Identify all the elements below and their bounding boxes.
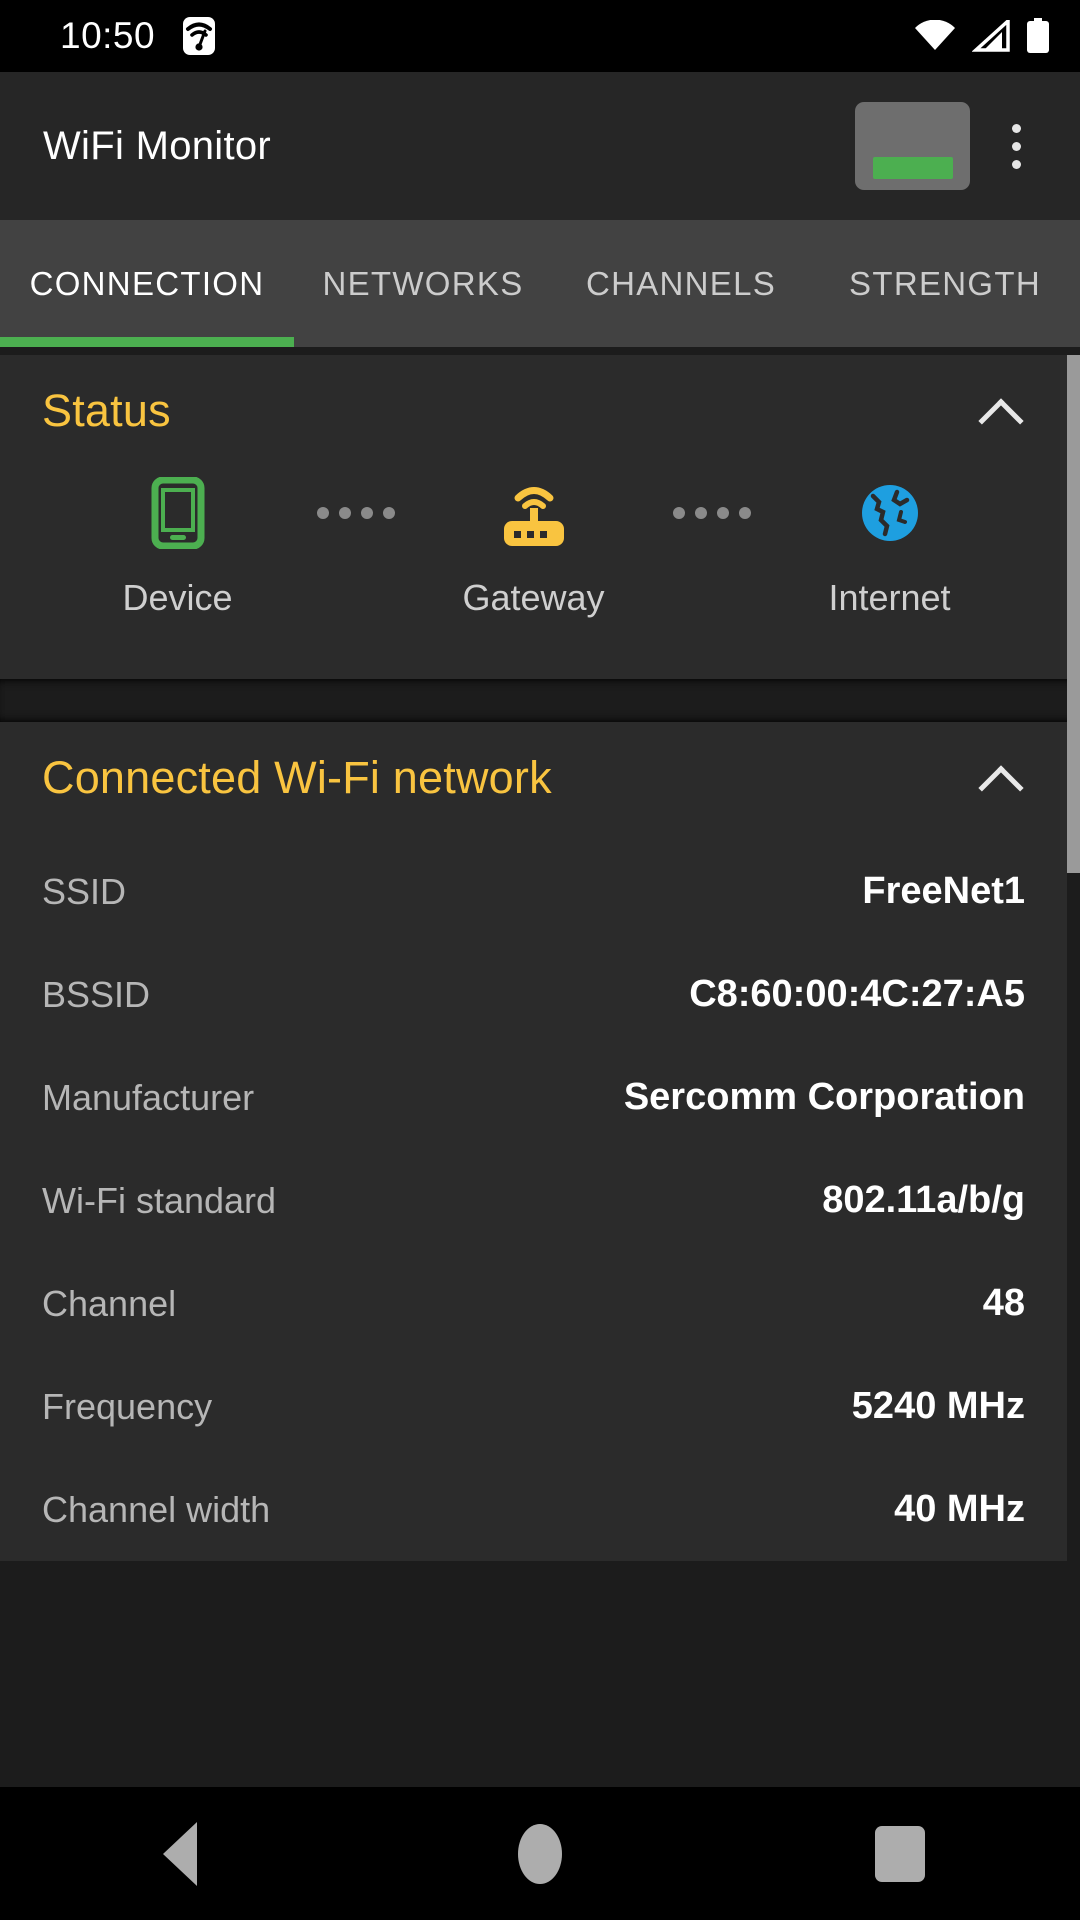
cellular-signal-icon — [972, 20, 1010, 52]
overflow-dot — [1011, 123, 1021, 133]
chevron-up-icon[interactable] — [977, 755, 1023, 801]
table-row: SSID FreeNet1 — [0, 840, 1067, 943]
row-value: 48 — [982, 1282, 1025, 1324]
tab-label: CONNECTION — [29, 264, 265, 302]
globe-icon — [859, 477, 921, 549]
system-status-bar: 10:50 — [0, 0, 1080, 72]
overflow-dot — [1011, 159, 1021, 169]
connector-dots — [298, 477, 414, 549]
home-circle-icon — [518, 1823, 562, 1884]
row-label: Frequency — [42, 1385, 213, 1427]
connector-dot — [738, 507, 751, 519]
status-bar-notification-icons — [181, 16, 217, 56]
connector-dot — [382, 507, 395, 519]
recents-button[interactable] — [810, 1787, 990, 1920]
signal-strength-bar — [872, 157, 953, 179]
connected-network-card-title: Connected Wi-Fi network — [42, 752, 552, 803]
connector-dots — [654, 477, 770, 549]
table-row: Frequency 5240 MHz — [0, 1355, 1067, 1458]
connector-dot — [694, 507, 707, 519]
router-icon — [497, 477, 571, 549]
status-bar-clock: 10:50 — [60, 15, 156, 56]
connected-network-card: Connected Wi-Fi network SSID FreeNet1 BS… — [0, 722, 1067, 1561]
chain-node-internet[interactable]: Internet — [770, 477, 1010, 619]
system-navigation-bar — [0, 1787, 1080, 1920]
status-bar-system-icons — [914, 18, 1050, 54]
signal-strength-widget[interactable] — [855, 102, 970, 190]
back-button[interactable] — [90, 1787, 270, 1920]
network-detail-list: SSID FreeNet1 BSSID C8:60:00:4C:27:A5 Ma… — [0, 822, 1067, 1561]
table-row: Manufacturer Sercomm Corporation — [0, 1046, 1067, 1149]
table-row: Channel width 40 MHz — [0, 1458, 1067, 1561]
chain-node-device[interactable]: Device — [58, 477, 298, 619]
content-top-spacer — [0, 347, 1080, 355]
tab-strength[interactable]: STRENGTH — [810, 220, 1080, 347]
card-separator — [0, 679, 1080, 722]
connected-network-card-header[interactable]: Connected Wi-Fi network — [0, 722, 1067, 822]
content-scroll-area[interactable]: Status Device Gateway Internet Connected… — [0, 347, 1080, 1787]
row-label: Wi-Fi standard — [42, 1179, 277, 1221]
connector-dot — [338, 507, 351, 519]
connector-dot — [672, 507, 685, 519]
app-bar: WiFi Monitor — [0, 72, 1080, 220]
status-card: Status Device Gateway Internet — [0, 355, 1067, 679]
battery-icon — [1027, 18, 1049, 53]
status-card-header[interactable]: Status — [0, 355, 1067, 455]
wifi-icon — [915, 20, 955, 50]
chain-node-label: Internet — [828, 577, 951, 618]
smartphone-icon — [151, 477, 205, 549]
home-button[interactable] — [450, 1787, 630, 1920]
row-value: FreeNet1 — [862, 870, 1025, 912]
row-value: C8:60:00:4C:27:A5 — [689, 973, 1025, 1015]
chain-node-label: Gateway — [462, 577, 605, 618]
tab-channels[interactable]: CHANNELS — [552, 220, 810, 347]
status-card-title: Status — [42, 385, 171, 436]
row-value: 802.11a/b/g — [822, 1179, 1025, 1221]
row-label: BSSID — [42, 973, 151, 1015]
tab-label: STRENGTH — [849, 264, 1041, 302]
tab-label: NETWORKS — [322, 264, 524, 302]
row-value: Sercomm Corporation — [623, 1076, 1025, 1118]
tab-bar: CONNECTION NETWORKS CHANNELS STRENGTH — [0, 220, 1080, 347]
chain-node-gateway[interactable]: Gateway — [414, 477, 654, 619]
row-value: 40 MHz — [894, 1488, 1025, 1530]
vertical-scrollbar[interactable] — [1067, 355, 1080, 873]
recents-square-icon — [875, 1825, 925, 1882]
overflow-menu-icon[interactable] — [976, 98, 1056, 194]
phone-screen: 10:50 WiFi Monitor CONNECTION NETWORKS C… — [0, 0, 1080, 1920]
row-label: Channel width — [42, 1488, 271, 1530]
row-label: Channel — [42, 1282, 177, 1324]
wifi-speedtest-icon — [183, 17, 216, 55]
row-value: 5240 MHz — [851, 1385, 1025, 1427]
chevron-up-icon[interactable] — [977, 388, 1023, 434]
tab-connection[interactable]: CONNECTION — [0, 220, 294, 347]
back-triangle-icon — [163, 1821, 197, 1886]
connector-dot — [360, 507, 373, 519]
table-row: BSSID C8:60:00:4C:27:A5 — [0, 943, 1067, 1046]
connection-chain: Device Gateway Internet — [0, 455, 1067, 679]
overflow-dot — [1011, 141, 1021, 151]
connector-dot — [316, 507, 329, 519]
chain-node-label: Device — [122, 577, 233, 618]
table-row: Channel 48 — [0, 1252, 1067, 1355]
row-label: SSID — [42, 870, 127, 912]
row-label: Manufacturer — [42, 1076, 255, 1118]
table-row: Wi-Fi standard 802.11a/b/g — [0, 1149, 1067, 1252]
tab-networks[interactable]: NETWORKS — [294, 220, 552, 347]
tab-label: CHANNELS — [585, 264, 777, 302]
app-title: WiFi Monitor — [43, 123, 272, 168]
app-bar-actions — [855, 98, 1056, 194]
connector-dot — [716, 507, 729, 519]
